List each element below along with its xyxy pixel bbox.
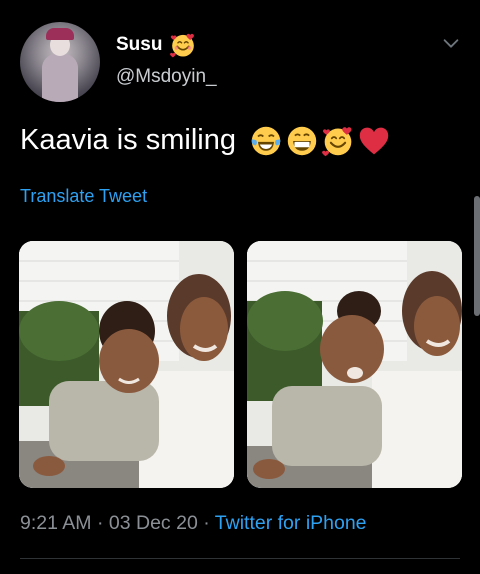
- photo-2-image: [247, 241, 462, 488]
- translate-tweet-link[interactable]: Translate Tweet: [20, 186, 147, 207]
- display-name[interactable]: Susu: [116, 32, 196, 58]
- tweet-text-content: Kaavia is smiling: [20, 124, 236, 156]
- tweet-time: 9:21 AM: [20, 512, 92, 534]
- avatar-cap: [46, 28, 74, 40]
- tweet-photo-2[interactable]: [247, 241, 462, 488]
- chevron-down-icon[interactable]: [440, 32, 462, 54]
- meta-separator: ·: [203, 512, 210, 534]
- tweet-date: 03 Dec 20: [108, 512, 198, 534]
- smiling-face-with-hearts-icon: [322, 126, 352, 156]
- tweet-meta: 9:21 AM · 03 Dec 20 · Twitter for iPhone: [20, 512, 367, 535]
- scrollbar[interactable]: [474, 196, 480, 316]
- grinning-face-with-smiling-eyes-icon: [287, 126, 317, 155]
- smiling-face-with-hearts-icon: [170, 33, 195, 58]
- tweet-photo-1[interactable]: [19, 241, 234, 488]
- meta-separator: ·: [96, 512, 104, 534]
- tweet-source-link[interactable]: Twitter for iPhone: [215, 512, 367, 534]
- red-heart-icon: [359, 127, 389, 154]
- tweet-text: Kaavia is smiling: [20, 124, 390, 157]
- avatar[interactable]: [20, 22, 100, 102]
- divider: [20, 558, 460, 559]
- photo-1-image: [19, 241, 234, 488]
- avatar-figure: [42, 54, 78, 102]
- username[interactable]: @Msdoyin_: [116, 66, 217, 88]
- face-with-tears-of-joy-icon: [251, 126, 281, 155]
- display-name-text: Susu: [116, 34, 163, 55]
